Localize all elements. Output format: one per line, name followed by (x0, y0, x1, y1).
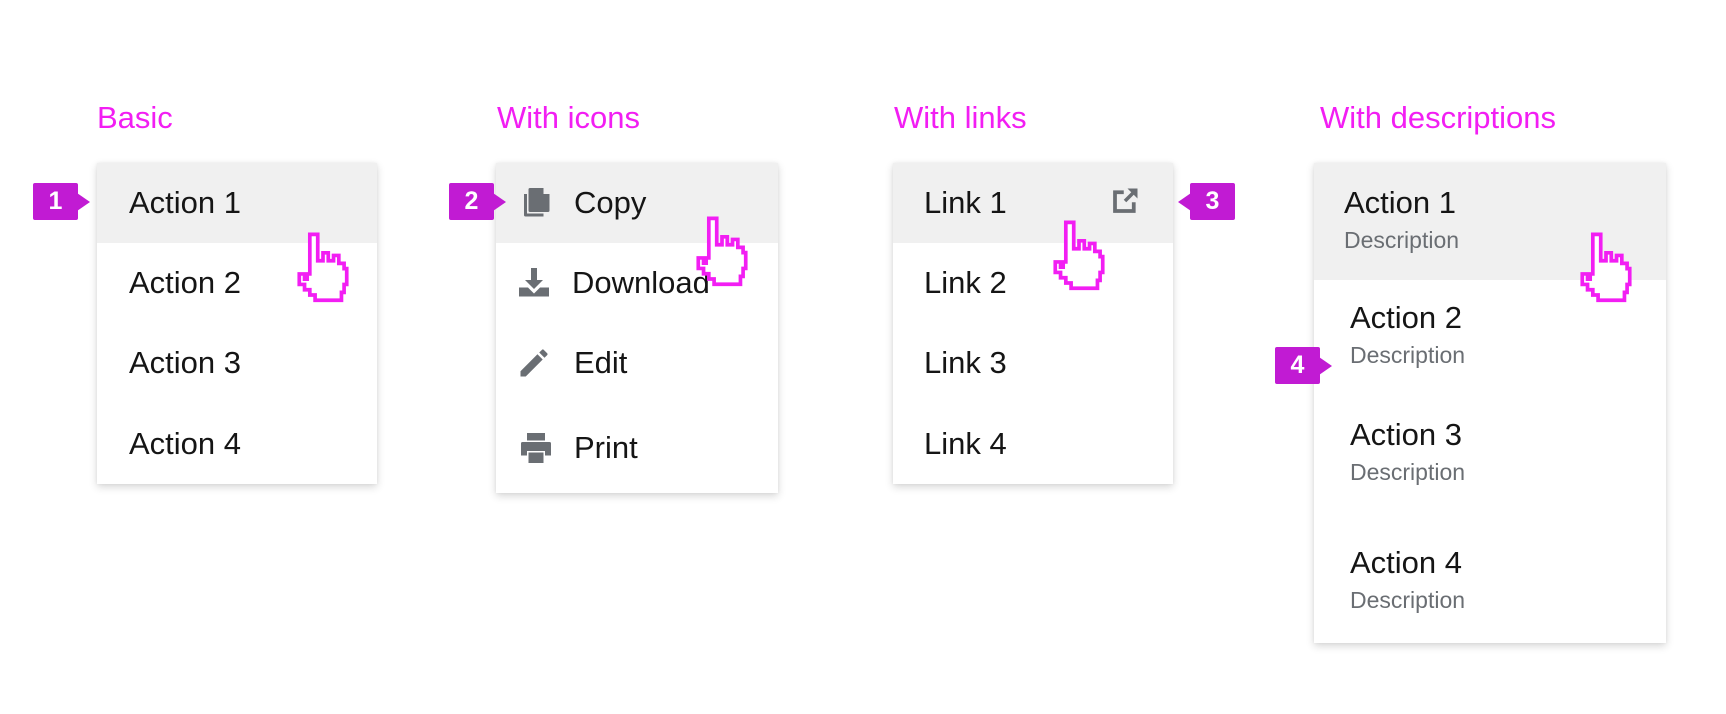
annotation-badge-1: 1 (33, 183, 90, 220)
annotation-badge-4: 4 (1275, 347, 1332, 384)
menu-item-description: Description (1350, 587, 1466, 613)
menu-item-label: Action 2 (129, 265, 242, 300)
menu-item-link-2[interactable]: Link 2 (893, 243, 1173, 323)
heading-basic: Basic (97, 100, 173, 135)
annotation-badge-2: 2 (449, 183, 506, 220)
print-icon (521, 433, 551, 463)
menu-item-label: Copy (574, 185, 647, 220)
hand-cursor-icon (1580, 232, 1632, 303)
menu-item-title: Action 3 (1350, 417, 1463, 452)
menu-item-print[interactable]: Print (496, 403, 778, 493)
menu-item-link-3[interactable]: Link 3 (893, 323, 1173, 403)
hand-cursor-icon (297, 232, 349, 303)
copy-icon (524, 188, 550, 217)
menu-item-action-4[interactable]: Action 4 (97, 403, 377, 484)
menu-item-description: Description (1350, 342, 1466, 368)
heading-with-links: With links (894, 100, 1027, 135)
badge-pointer (1178, 193, 1191, 211)
badge-pointer (493, 193, 506, 211)
menu-item-label: Link 4 (924, 425, 1007, 461)
menu-item-label: Link 3 (924, 345, 1007, 380)
menu-item-label: Link 1 (924, 185, 1007, 220)
links-menu: Link 1 Link 2 Link 3 Link 4 (893, 163, 1173, 484)
menu-item-label: Print (574, 430, 638, 465)
menu-item-title: Action 2 (1350, 300, 1463, 335)
menu-item-edit[interactable]: Edit (496, 323, 778, 403)
pencil-icon (520, 349, 548, 377)
badge-pointer (77, 193, 90, 211)
basic-menu: Action 1 Action 2 Action 3 Action 4 (97, 163, 377, 484)
annotation-badge-3: 3 (1178, 183, 1235, 220)
heading-with-descriptions: With descriptions (1320, 100, 1557, 135)
menu-item-action-3[interactable]: Action 3 (97, 323, 377, 403)
badge-number: 4 (1290, 351, 1305, 379)
heading-with-icons: With icons (497, 100, 640, 135)
menu-item-label: Link 2 (924, 265, 1007, 300)
menu-item-label: Download (572, 265, 710, 300)
menu-item-label: Action 1 (129, 185, 242, 220)
badge-number: 2 (464, 187, 479, 215)
menu-item-action-3[interactable]: Action 3 Description (1314, 397, 1666, 525)
badge-pointer (1319, 357, 1332, 375)
badge-number: 3 (1205, 187, 1220, 215)
hand-cursor-icon (1053, 220, 1105, 291)
menu-item-action-4[interactable]: Action 4 Description (1314, 525, 1666, 643)
menu-item-title: Action 4 (1350, 545, 1463, 580)
download-icon (519, 268, 549, 297)
menu-item-link-4[interactable]: Link 4 (893, 403, 1173, 484)
menu-item-title: Action 1 (1344, 185, 1457, 220)
external-link-icon (1113, 188, 1138, 213)
menu-item-label: Edit (574, 345, 628, 380)
hand-cursor-icon (696, 216, 748, 287)
menu-item-label: Action 3 (129, 345, 242, 380)
badge-number: 1 (48, 187, 63, 215)
menu-item-link-1[interactable]: Link 1 (893, 163, 1173, 243)
menu-item-label: Action 4 (129, 425, 242, 461)
menu-item-description: Description (1350, 459, 1466, 485)
